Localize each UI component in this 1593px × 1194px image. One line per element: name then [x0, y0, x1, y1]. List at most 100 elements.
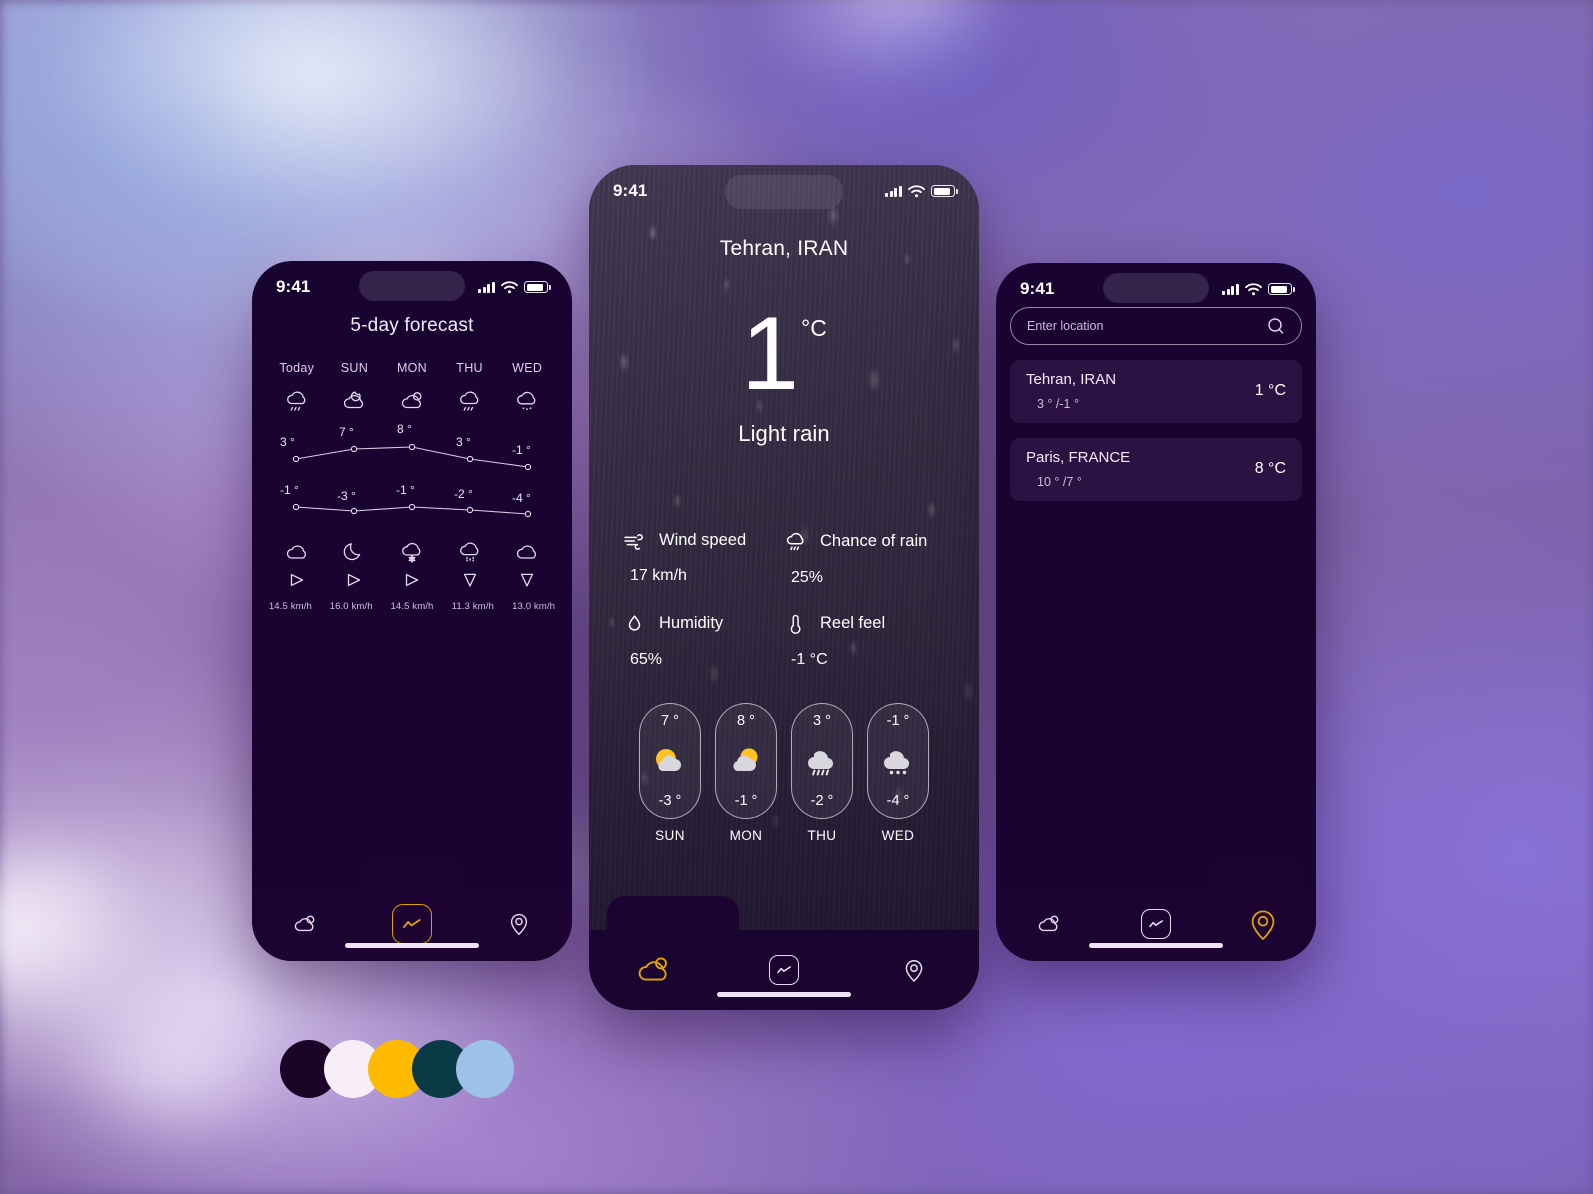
- nav-item-locations[interactable]: [849, 930, 979, 1010]
- low-temp-label: -1 °: [280, 483, 299, 497]
- wind-speed-value: 16.0 km/h: [329, 601, 373, 612]
- forecast-day: THU: [807, 827, 837, 843]
- location-card[interactable]: Paris, FRANCE 10 ° /7 ° 8 °C: [1010, 438, 1302, 501]
- nav-item-weather[interactable]: [996, 887, 1103, 961]
- day-column[interactable]: WED: [498, 361, 556, 375]
- forecast-low: -4 °: [886, 792, 910, 809]
- nav-active-notch: [607, 896, 739, 930]
- temperature-unit: °C: [801, 315, 827, 341]
- forecast-card-wrapper[interactable]: -1 ° -4 ° WED: [867, 702, 929, 843]
- home-indicator: [345, 943, 479, 948]
- battery-icon: [524, 281, 551, 293]
- location-name: Tehran, IRAN: [1026, 371, 1117, 388]
- cloud-icon: [517, 545, 537, 559]
- nav-item-forecast[interactable]: [359, 887, 466, 961]
- wind-speed-value: 11.3 km/h: [451, 601, 494, 612]
- wind-speed-row: 14.5 km/h 16.0 km/h 14.5 km/h 11.3 km/h …: [252, 601, 572, 612]
- metric-wind-speed: Wind speed 17 km/h: [623, 531, 784, 587]
- metric-label: Humidity: [659, 614, 724, 633]
- wifi-icon: [1245, 282, 1262, 295]
- chart-line-icon: [1148, 920, 1163, 928]
- location-pin-icon: [905, 960, 923, 983]
- day-label: SUN: [340, 361, 369, 375]
- high-temp-label: 8 °: [397, 422, 412, 436]
- nav-frame: [1141, 909, 1171, 939]
- cloud-rain-icon: [459, 391, 478, 411]
- forecast-day: WED: [881, 827, 915, 843]
- location-card[interactable]: Tehran, IRAN 3 ° /-1 ° 1 °C: [1010, 360, 1302, 423]
- nav-item-locations[interactable]: [1209, 887, 1316, 961]
- page-title: 5-day forecast: [350, 315, 474, 336]
- cloud-rain-icon: [286, 391, 306, 411]
- forecast-day: SUN: [655, 827, 685, 843]
- day-column[interactable]: MON: [383, 361, 441, 375]
- day-column[interactable]: SUN: [326, 361, 384, 375]
- nav-item-weather[interactable]: [252, 887, 359, 961]
- location-pin-icon: [1251, 910, 1274, 941]
- cloud-sun-icon: [295, 915, 315, 932]
- search-input[interactable]: Enter location: [1027, 319, 1267, 333]
- home-indicator: [717, 992, 851, 997]
- city-name: Tehran, IRAN: [719, 237, 849, 260]
- weather-metrics: Wind speed 17 km/h Chance of rain 25% Hu…: [589, 531, 979, 669]
- day-label: Today: [279, 361, 315, 375]
- cloud-rain-icon: [786, 532, 804, 550]
- arrow-right-icon: [405, 573, 419, 587]
- daytime-icons-row: [252, 389, 572, 415]
- metric-value: -1 °C: [791, 650, 828, 668]
- wind-speed-value: 13.0 km/h: [512, 601, 556, 612]
- bottom-navigation: [996, 887, 1316, 961]
- low-temp-label: -1 °: [396, 483, 415, 497]
- cloud-sun-icon: [638, 957, 667, 981]
- nav-item-forecast[interactable]: [719, 930, 849, 1010]
- day-column[interactable]: THU: [441, 361, 499, 375]
- wifi-icon: [501, 280, 518, 293]
- chart-line-icon: [776, 966, 791, 974]
- chart-line-icon: [403, 919, 421, 928]
- cellular-signal-icon: [478, 281, 495, 293]
- metric-value: 25%: [791, 568, 824, 586]
- chart-svg: [292, 443, 532, 518]
- forecast-card[interactable]: 7 ° -3 °: [639, 702, 701, 819]
- phone-current-weather-screen: 9:41 Tehran, IRAN 1 °C Light rain Wind s…: [589, 165, 979, 1010]
- high-temp-label: 7 °: [339, 425, 354, 439]
- status-time: 9:41: [613, 181, 648, 200]
- arrow-down-icon: [521, 573, 534, 587]
- forecast-card-wrapper[interactable]: 8 ° -1 ° MON: [715, 702, 777, 843]
- nav-active-notch: [1206, 855, 1302, 887]
- high-temp-label: -1 °: [512, 443, 531, 457]
- forecast-low: -1 °: [734, 792, 758, 809]
- forecast-card-wrapper[interactable]: 3 ° -2 ° THU: [791, 702, 853, 843]
- metric-reel-feel: Reel feel -1 °C: [784, 613, 945, 669]
- metric-label: Reel feel: [820, 614, 886, 633]
- nav-item-forecast[interactable]: [1103, 887, 1210, 961]
- dynamic-island: [359, 271, 465, 301]
- day-label: THU: [456, 361, 483, 375]
- forecast-low: -3 °: [658, 792, 682, 809]
- wifi-icon: [908, 184, 925, 197]
- search-icon[interactable]: [1267, 317, 1285, 335]
- wind-speed-value: 14.5 km/h: [390, 601, 434, 612]
- nav-active-frame: [392, 904, 432, 944]
- forecast-cards: 7 ° -3 ° SUN 8 ° -1 ° MON 3 ° -2 ° THU -…: [589, 702, 979, 843]
- forecast-card[interactable]: 3 ° -2 °: [791, 702, 853, 819]
- phone-forecast-screen: 9:41 5-day forecast Today SUN MON THU WE…: [252, 261, 572, 961]
- sun-cloud-icon: [656, 748, 681, 771]
- forecast-high: 3 °: [813, 712, 831, 729]
- day-column[interactable]: Today: [268, 361, 326, 375]
- battery-icon: [931, 185, 958, 197]
- cloud-drizzle-icon: [517, 391, 536, 410]
- cloud-rain-filled-icon: [808, 750, 834, 775]
- dynamic-island: [1103, 273, 1209, 303]
- forecast-card[interactable]: 8 ° -1 °: [715, 702, 777, 819]
- nav-item-locations[interactable]: [465, 887, 572, 961]
- nav-item-weather[interactable]: [589, 930, 719, 1010]
- cellular-signal-icon: [885, 185, 902, 197]
- forecast-card[interactable]: -1 ° -4 °: [867, 702, 929, 819]
- cloud-sun-icon: [1039, 915, 1059, 932]
- status-time: 9:41: [1020, 279, 1055, 298]
- location-temp: 1 °C: [1254, 382, 1286, 399]
- day-label: MON: [396, 361, 428, 375]
- forecast-card-wrapper[interactable]: 7 ° -3 ° SUN: [639, 702, 701, 843]
- metric-humidity: Humidity 65%: [623, 613, 784, 669]
